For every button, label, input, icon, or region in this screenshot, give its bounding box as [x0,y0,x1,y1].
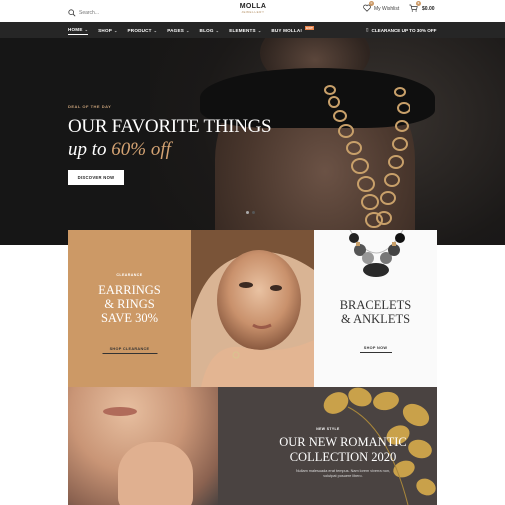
wishlist-link[interactable]: 0 My Wishlist [363,1,400,14]
promo-model-lips [103,407,137,416]
nav-item-label: BLOG [199,27,214,33]
banner-title: BRACELETS & ANKLETS [314,298,437,326]
search-box[interactable] [68,4,139,22]
top-bar: MOLLA JEWELLERY 0 My Wishlist 0 $0.00 [0,0,505,22]
cart-count-badge: 0 [416,1,421,6]
logo-subtitle: JEWELLERY [241,10,265,14]
banner-title-line: SAVE 30% [100,311,159,325]
nav-item-pages[interactable]: PAGES ⌄ [167,22,189,38]
cart-link[interactable]: 0 $0.00 [409,1,435,14]
hot-badge: HOT [305,26,315,30]
heart-icon: 0 [363,1,374,14]
chevron-down-icon: ⌄ [215,27,220,33]
logo-text: MOLLA [239,3,267,10]
banner-earrings-rings[interactable]: CLEARANCE EARRINGS & RINGS SAVE 30% SHOP… [68,230,191,387]
hero-slider: DEAL OF THE DAY OUR FAVORITE THINGS up t… [0,38,505,245]
banner-title-line: & RINGS [104,297,155,311]
chevron-down-icon: ⌄ [153,27,158,33]
nav-item-label: SHOP [98,27,112,33]
slider-dots [246,211,255,214]
model-portrait-image [191,230,314,387]
search-input[interactable] [79,10,139,16]
banner-title-line: & ANKLETS [340,312,411,326]
shop-clearance-link[interactable]: SHOP CLEARANCE [102,347,157,354]
promo-title-line: OUR NEW ROMANTIC [279,435,407,449]
shop-now-link[interactable]: SHOP NOW [359,346,392,353]
chevron-down-icon: ⌄ [185,27,190,33]
banner-title-line: EARRINGS [98,283,161,297]
promo-title: OUR NEW ROMANTIC COLLECTION 2020 [268,435,418,465]
nav-item-product[interactable]: PRODUCT ⌄ [128,22,158,38]
hero-title: OUR FAVORITE THINGS [68,116,272,137]
nav-item-label: ELEMENTS [229,27,256,33]
hero-subtitle-prefix: up to [68,139,112,160]
bracelet-necklace-image [349,230,405,277]
nav-item-shop[interactable]: SHOP ⌄ [98,22,117,38]
banner-title: EARRINGS & RINGS SAVE 30% [68,283,191,325]
cart-icon: 0 [409,1,421,14]
discover-now-button[interactable]: DISCOVER NOW [68,170,124,185]
wishlist-label: My Wishlist [374,6,400,12]
hero-subtitle: up to 60% off [68,139,171,161]
tag-icon: ▯ [366,27,369,32]
chevron-down-icon: ⌄ [84,27,89,32]
search-icon[interactable] [68,4,76,22]
slider-dot[interactable] [252,211,255,214]
site-logo[interactable]: MOLLA JEWELLERY [237,3,269,14]
nav-item-buy-molla[interactable]: BUY MOLLA! HOT [271,22,315,38]
nav-item-elements[interactable]: ELEMENTS ⌄ [229,22,261,38]
banner-bracelets-anklets[interactable]: BRACELETS & ANKLETS SHOP NOW [314,230,437,387]
clearance-label: CLEARANCE UP TO 30% OFF [371,27,437,33]
wishlist-count-badge: 0 [369,1,374,6]
promo-banner-romantic-collection[interactable]: NEW STYLE OUR NEW ROMANTIC COLLECTION 20… [68,387,437,505]
promo-description: Nullam malesuada erat tempus. Nam lorem … [295,469,391,478]
hero-eyebrow: DEAL OF THE DAY [68,104,112,109]
hero-subtitle-highlight: 60% off [111,139,171,160]
nav-item-label: BUY MOLLA! [271,27,303,33]
promo-title-line: COLLECTION 2020 [289,450,397,464]
nav-item-blog[interactable]: BLOG ⌄ [200,22,220,38]
promo-eyebrow: NEW STYLE [316,427,340,431]
main-nav: HOME ⌄ SHOP ⌄ PRODUCT ⌄ PAGES ⌄ BLOG ⌄ ELEMEN… [0,22,505,38]
promo-model-hand [118,442,193,505]
banner-eyebrow: CLEARANCE [116,273,143,277]
nav-item-label: PRODUCT [127,27,152,33]
nav-item-label: HOME [68,27,83,32]
banner-title-line: BRACELETS [339,298,412,312]
chevron-down-icon: ⌄ [257,27,262,33]
chevron-down-icon: ⌄ [113,27,118,33]
necklace-image [324,85,410,245]
nav-item-label: PAGES [167,27,184,33]
clearance-nav-link[interactable]: ▯ CLEARANCE UP TO 30% OFF [366,27,436,33]
nav-item-home[interactable]: HOME ⌄ [68,25,89,35]
cart-total: $0.00 [422,6,435,12]
banner-model-image [191,230,314,387]
slider-dot[interactable] [246,211,249,214]
